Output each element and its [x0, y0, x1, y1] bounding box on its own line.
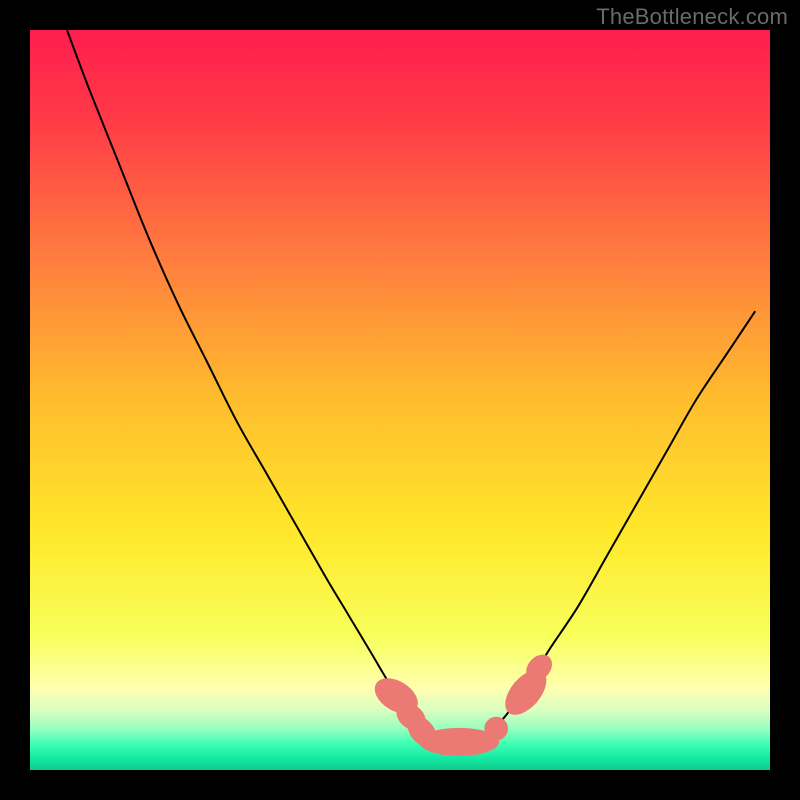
gradient-background	[30, 30, 770, 770]
app-frame: TheBottleneck.com	[0, 0, 800, 800]
watermark-text: TheBottleneck.com	[596, 4, 788, 30]
curve-marker	[484, 717, 508, 741]
bottleneck-chart	[30, 30, 770, 770]
